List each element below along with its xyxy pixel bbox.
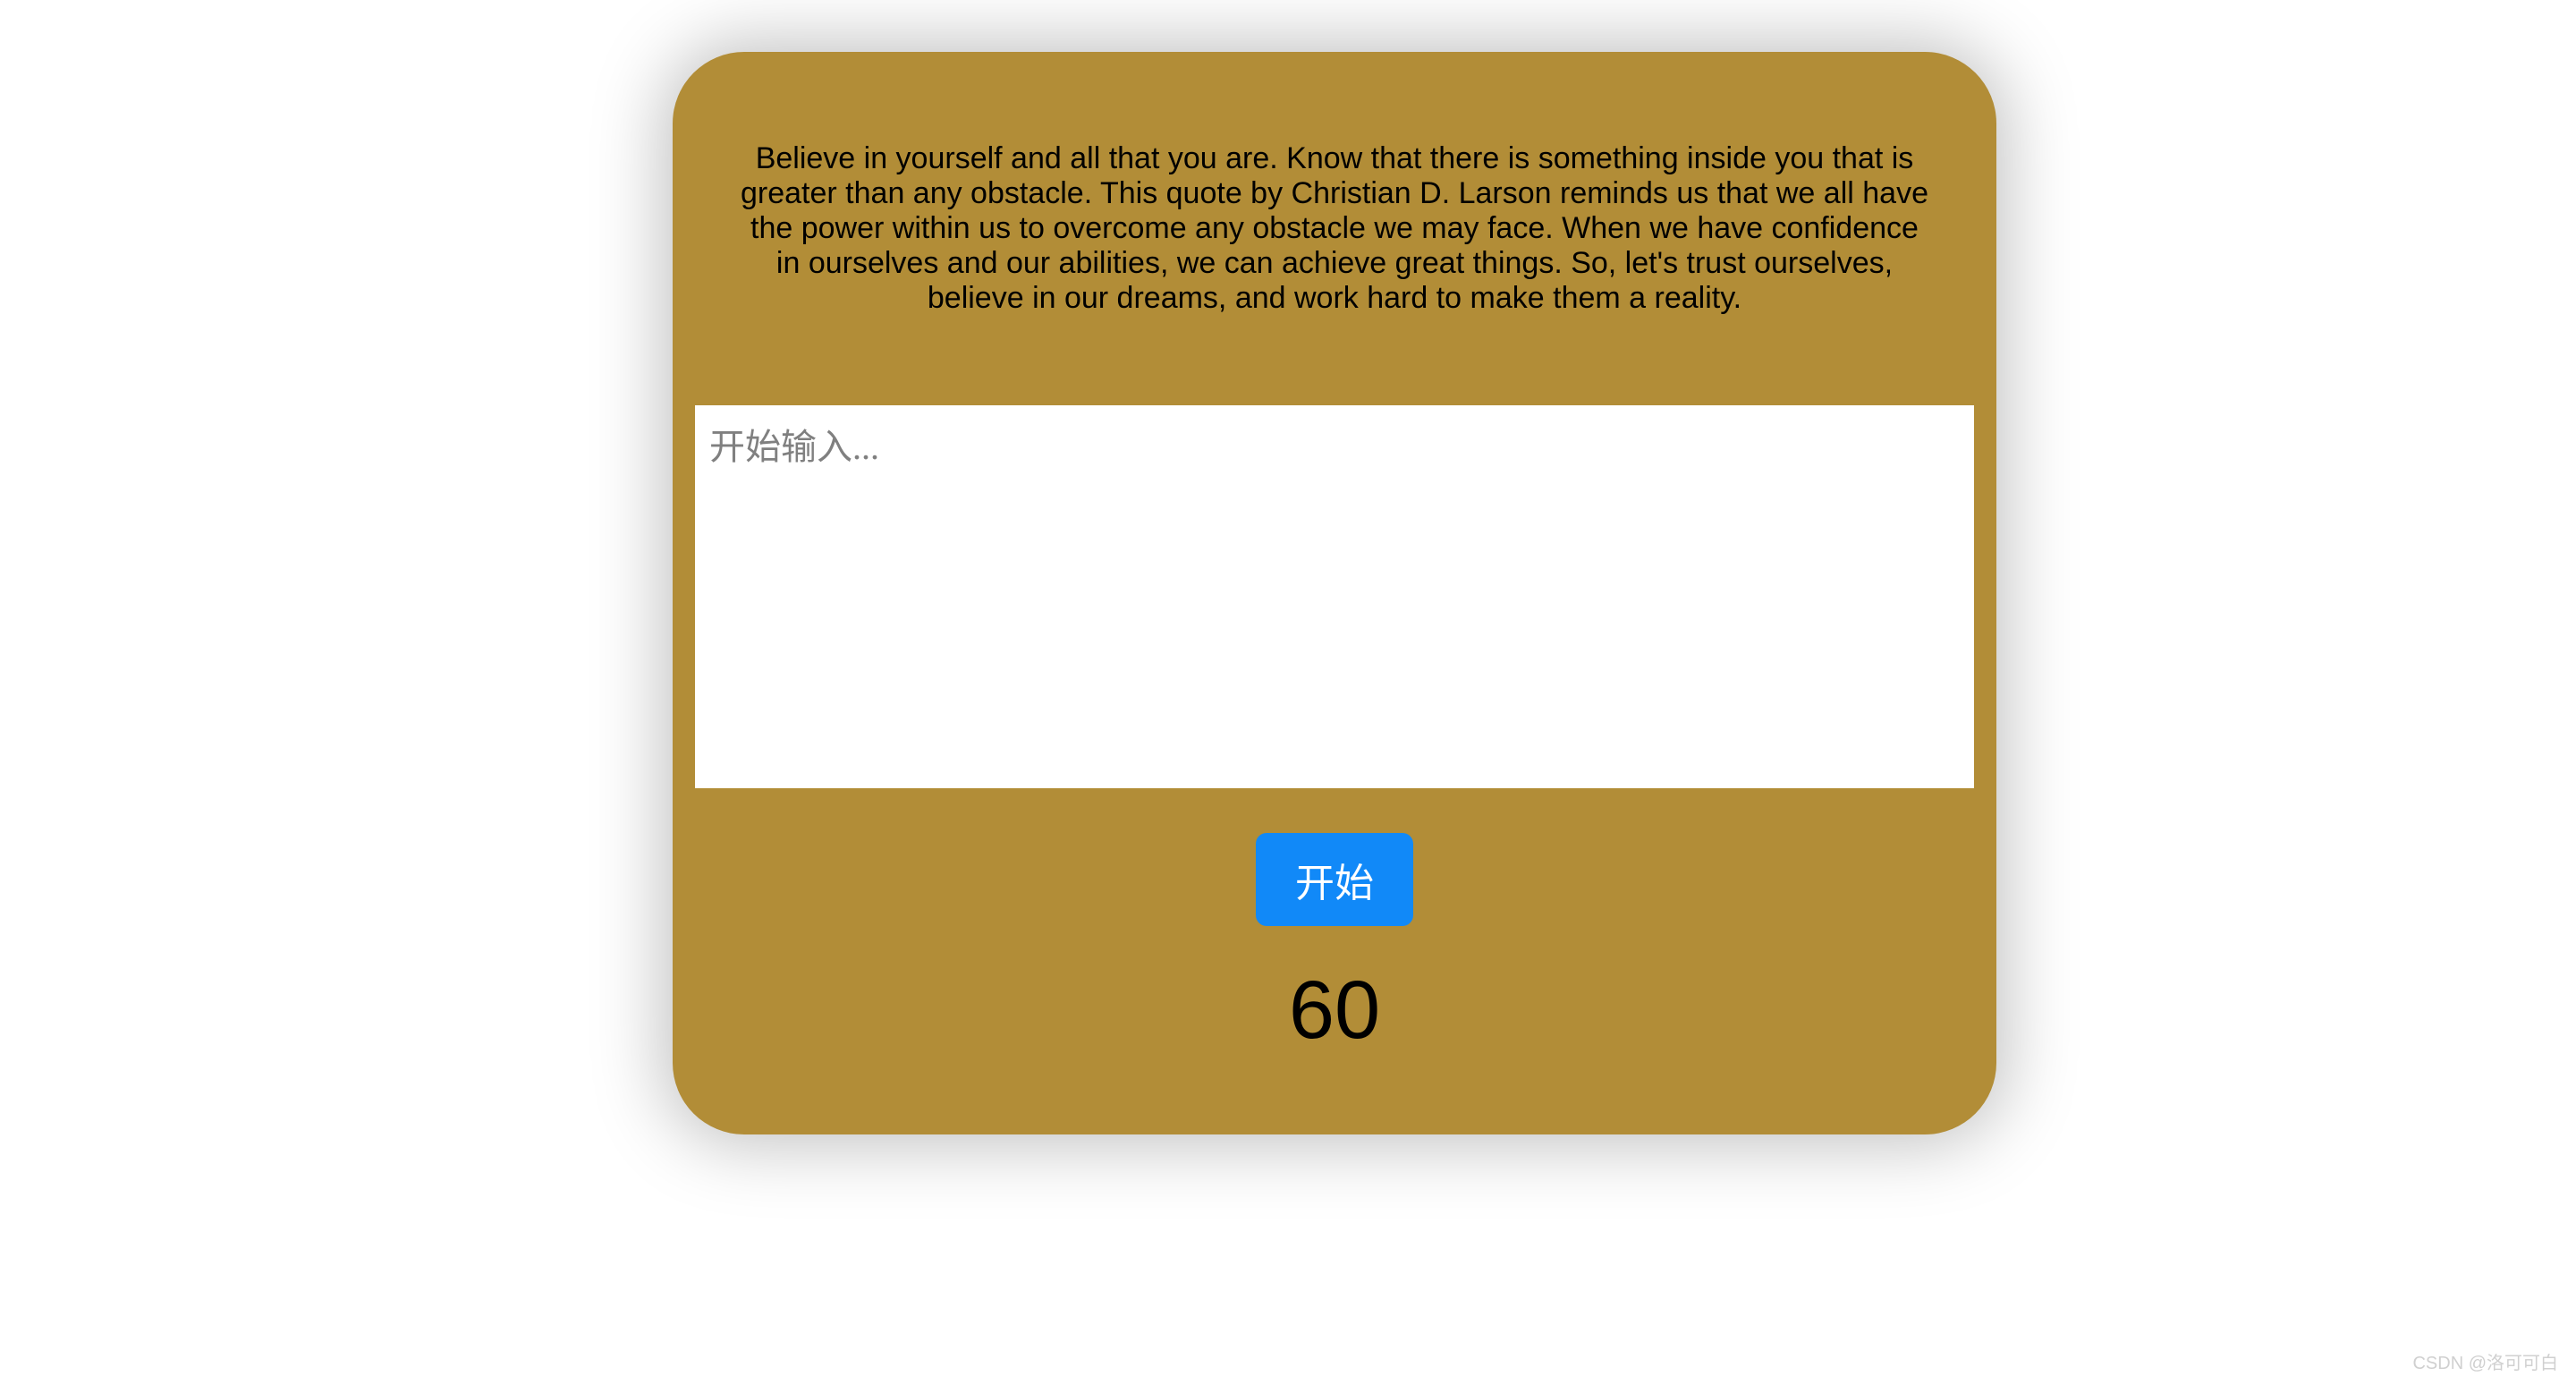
typing-input[interactable] [695,405,1974,788]
start-button[interactable]: 开始 [1256,833,1413,926]
timer-display: 60 [1289,964,1380,1058]
typing-test-card: Believe in yourself and all that you are… [673,52,1996,1134]
watermark-text: CSDN @洛可可白 [2412,1348,2558,1374]
quote-text: Believe in yourself and all that you are… [735,141,1934,316]
